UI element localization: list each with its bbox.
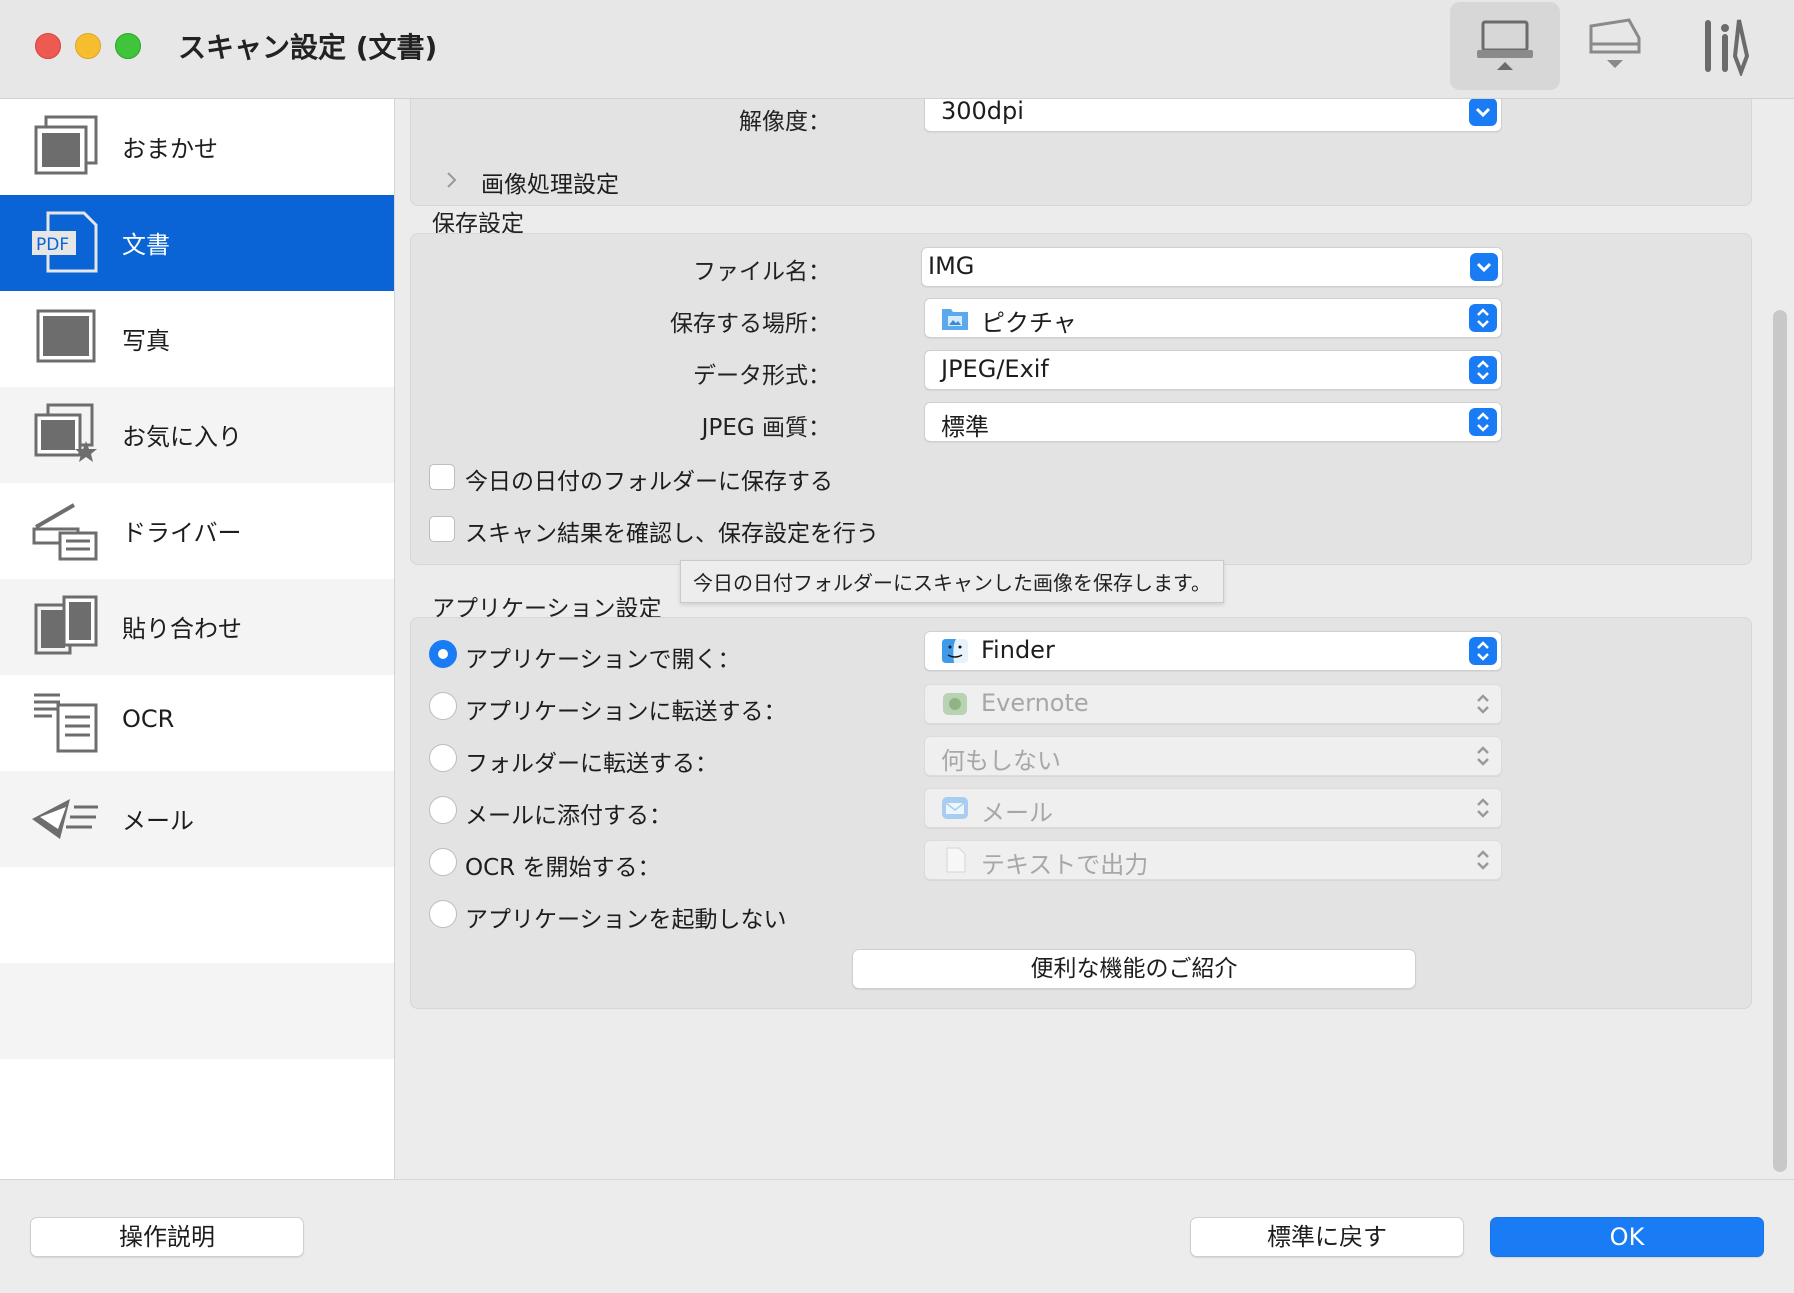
save-settings-panel: ファイル名： IMG 保存する場所： ピクチャ データ形式： JPEG/Exif… <box>410 233 1752 565</box>
sidebar-item-label: 写真 <box>122 327 170 355</box>
restore-defaults-button[interactable]: 標準に戻す <box>1190 1217 1464 1257</box>
send-to-app-select: Evernote <box>924 684 1502 724</box>
pdf-document-icon: PDF <box>32 211 98 273</box>
sidebar-item-label: 貼り合わせ <box>122 615 242 643</box>
stepper-updown-icon <box>1469 637 1497 665</box>
title-bar: スキャン設定 (文書) <box>0 0 1794 99</box>
sidebar-item-auto[interactable]: おまかせ <box>0 99 394 195</box>
stepper-updown-icon <box>1469 356 1497 384</box>
attach-to-mail-label[interactable]: メールに添付する： <box>465 796 672 830</box>
ocr-icon <box>34 693 98 753</box>
settings-content: 解像度： 300dpi 画像処理設定 保存設定 ファイル名： IMG 保存する場… <box>395 99 1775 1179</box>
driver-icon <box>32 503 98 561</box>
minimize-window-button[interactable] <box>75 33 101 59</box>
resolution-label: 解像度： <box>739 109 831 135</box>
start-ocr-label[interactable]: OCR を開始する： <box>465 848 660 882</box>
do-not-launch-label[interactable]: アプリケーションを起動しない <box>465 900 787 934</box>
file-name-combobox[interactable]: IMG <box>921 247 1503 287</box>
computer-scan-icon <box>1477 20 1533 70</box>
date-folder-tooltip: 今日の日付フォルダーにスキャンした画像を保存します。 <box>680 560 1224 603</box>
attach-to-mail-select: メール <box>924 788 1502 828</box>
zoom-window-button[interactable] <box>115 33 141 59</box>
chevron-down-icon <box>1469 99 1497 126</box>
stepper-updown-icon <box>1469 846 1497 874</box>
scan-settings-window: スキャン設定 (文書) おまかせ PDF 文書 写真 お気に入り ドライバー 貼… <box>0 0 1794 1293</box>
app-settings-panel: アプリケーションで開く： Finder アプリケーションに転送する： Evern… <box>410 617 1752 1009</box>
save-location-label: 保存する場所： <box>670 311 831 337</box>
open-with-app-label[interactable]: アプリケーションで開く： <box>465 640 741 674</box>
data-format-label: データ形式： <box>693 363 831 389</box>
resolution-select[interactable]: 300dpi <box>924 99 1502 132</box>
stepper-updown-icon <box>1469 304 1497 332</box>
jpeg-quality-select[interactable]: 標準 <box>924 402 1502 442</box>
photo-icon <box>36 309 96 363</box>
sidebar-empty-row <box>0 963 394 1059</box>
data-format-select[interactable]: JPEG/Exif <box>924 350 1502 390</box>
mail-icon <box>32 799 98 839</box>
stepper-updown-icon <box>1469 794 1497 822</box>
sidebar-item-label: お気に入り <box>122 423 242 451</box>
file-name-label: ファイル名： <box>693 259 831 285</box>
sidebar-item-mail[interactable]: メール <box>0 771 394 867</box>
window-title: スキャン設定 (文書) <box>178 31 438 64</box>
tab-scan-from-computer[interactable] <box>1450 2 1560 90</box>
send-to-folder-label[interactable]: フォルダーに転送する： <box>465 744 718 778</box>
send-to-folder-select: 何もしない <box>924 736 1502 776</box>
tab-general-settings[interactable] <box>1670 2 1780 90</box>
ok-button[interactable]: OK <box>1490 1217 1764 1257</box>
evernote-icon <box>943 693 967 715</box>
text-file-icon <box>946 847 966 873</box>
sidebar-item-favorites[interactable]: お気に入り <box>0 387 394 483</box>
stepper-updown-icon <box>1469 408 1497 436</box>
sidebar-item-label: メール <box>122 807 194 835</box>
scan-mode-sidebar: おまかせ PDF 文書 写真 お気に入り ドライバー 貼り合わせ OCR メール <box>0 99 395 1179</box>
open-with-app-select[interactable]: Finder <box>924 631 1502 671</box>
favorites-icon <box>34 403 97 462</box>
confirm-results-label[interactable]: スキャン結果を確認し、保存設定を行う <box>465 514 879 548</box>
date-folder-label[interactable]: 今日の日付のフォルダーに保存する <box>465 462 833 496</box>
stepper-updown-icon <box>1469 690 1497 718</box>
auto-scan-icon <box>34 115 98 175</box>
start-ocr-select: テキストで出力 <box>924 840 1502 880</box>
radio-send-to-folder[interactable] <box>429 744 457 772</box>
confirm-results-checkbox[interactable] <box>429 516 455 542</box>
scan-options-panel: 解像度： 300dpi 画像処理設定 <box>410 99 1752 206</box>
finder-icon <box>942 639 968 663</box>
sidebar-item-label: おまかせ <box>122 135 218 163</box>
disclosure-chevron-icon[interactable] <box>445 170 459 190</box>
chevron-down-icon[interactable] <box>1470 253 1498 281</box>
close-window-button[interactable] <box>35 33 61 59</box>
radio-send-to-app[interactable] <box>429 692 457 720</box>
general-settings-icon <box>1705 19 1750 76</box>
date-folder-checkbox[interactable] <box>429 464 455 490</box>
sidebar-item-label: ドライバー <box>122 519 242 547</box>
content-scrollbar[interactable] <box>1773 310 1787 1172</box>
sidebar-item-label: 文書 <box>122 231 170 259</box>
sidebar-item-stitch[interactable]: 貼り合わせ <box>0 579 394 675</box>
save-location-select[interactable]: ピクチャ <box>924 298 1502 338</box>
stepper-updown-icon <box>1469 742 1497 770</box>
radio-attach-to-mail[interactable] <box>429 796 457 824</box>
sidebar-item-photo[interactable]: 写真 <box>0 291 394 387</box>
pictures-folder-icon <box>942 309 968 330</box>
bottom-button-bar: 操作説明 標準に戻す OK <box>0 1179 1794 1293</box>
image-processing-toggle[interactable]: 画像処理設定 <box>481 165 619 199</box>
tab-scan-from-scanner[interactable] <box>1560 2 1670 90</box>
sidebar-item-label: OCR <box>122 705 175 733</box>
useful-features-button[interactable]: 便利な機能のご紹介 <box>852 949 1416 989</box>
svg-text:PDF: PDF <box>36 235 69 255</box>
mail-app-icon <box>942 797 968 819</box>
send-to-app-label[interactable]: アプリケーションに転送する： <box>465 692 787 726</box>
sidebar-item-driver[interactable]: ドライバー <box>0 483 394 579</box>
radio-do-not-launch[interactable] <box>429 900 457 928</box>
scanner-scan-icon <box>1589 18 1641 68</box>
radio-start-ocr[interactable] <box>429 848 457 876</box>
sidebar-item-ocr[interactable]: OCR <box>0 675 394 771</box>
instructions-button[interactable]: 操作説明 <box>30 1217 304 1257</box>
radio-open-with-app[interactable] <box>429 640 457 668</box>
stitch-icon <box>34 595 98 655</box>
sidebar-item-document[interactable]: PDF 文書 <box>0 195 394 291</box>
jpeg-quality-label: JPEG 画質： <box>701 415 831 441</box>
